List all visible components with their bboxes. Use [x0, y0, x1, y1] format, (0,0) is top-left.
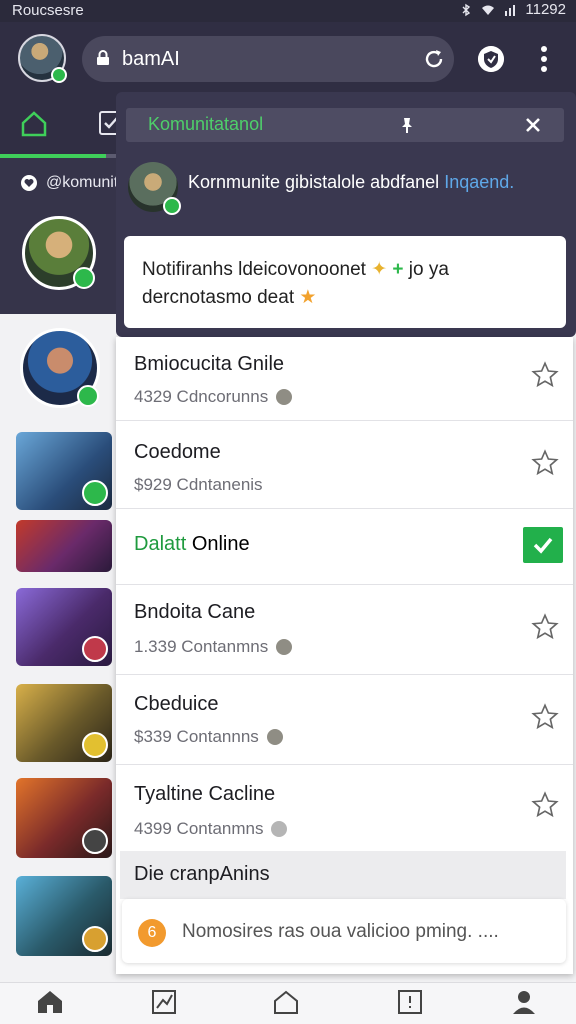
game-thumbnail[interactable] — [16, 520, 112, 572]
item-meta: 4329 Cdncorunns — [134, 387, 269, 406]
star-outline-icon[interactable] — [531, 791, 559, 819]
thumbnail-badge — [82, 636, 108, 662]
community-link[interactable]: Inqaend. — [444, 172, 514, 192]
url-text: bamAI — [122, 48, 180, 70]
home-tab-icon[interactable] — [20, 110, 48, 138]
coin-icon — [276, 389, 293, 405]
pin-icon[interactable] — [398, 116, 416, 134]
shield-icon[interactable] — [478, 46, 504, 72]
reload-icon[interactable] — [422, 47, 446, 71]
lock-icon — [97, 50, 109, 65]
list-item[interactable]: Bndoita Cane 1.339 Contanmns — [116, 585, 573, 675]
status-bar: Roucsesre 11292 — [0, 0, 576, 22]
notification-line2: dercnotasmo deat — [142, 287, 295, 308]
community-list-panel: Bmiocucita Gnile 4329 Cdncorunns Coedome… — [116, 337, 573, 974]
home-nav-icon[interactable] — [36, 989, 64, 1015]
member-avatar[interactable] — [20, 328, 100, 408]
inbox-nav-icon[interactable] — [396, 989, 424, 1015]
online-badge — [51, 67, 67, 83]
close-icon[interactable] — [524, 116, 542, 134]
app-bar: bamAI — [0, 22, 576, 94]
game-thumbnail[interactable] — [16, 684, 112, 762]
verified-badge — [73, 267, 95, 289]
sparkle-icon: ✦ — [371, 259, 388, 280]
wifi-icon — [482, 5, 495, 15]
item-meta: $339 Contannns — [134, 727, 259, 746]
community-popup: Komunitatanol Kornmunite gibistalole abd… — [116, 92, 576, 337]
bluetooth-icon — [462, 3, 471, 16]
item-name: Coedome — [134, 441, 221, 463]
list-item[interactable]: Tyaltine Cacline 4399 Contanmns — [116, 765, 573, 851]
community-description: Kornmunite gibistalole abdfanel Inqaend. — [188, 172, 514, 193]
item-meta: 1.339 Contanmns — [134, 637, 269, 656]
online-row[interactable]: Dalatt Online — [116, 509, 573, 585]
star-outline-icon[interactable] — [531, 613, 559, 641]
section-header: Die cranpAnins — [120, 851, 566, 899]
hero-avatar[interactable] — [22, 216, 96, 290]
count-badge: 6 — [138, 919, 166, 947]
thumbnail-badge — [82, 926, 108, 952]
list-item[interactable]: Coedome $929 Cdntanenis — [116, 421, 573, 509]
item-name: Bmiocucita Gnile — [134, 353, 285, 375]
info-text: Nomosires ras oua valicioo pming. .... — [182, 921, 499, 942]
verified-badge — [163, 197, 181, 215]
item-meta: 4399 Contanmns — [134, 819, 264, 838]
game-thumbnail[interactable] — [16, 588, 112, 666]
community-avatar[interactable] — [128, 162, 181, 215]
info-card[interactable]: 6 Nomosires ras oua valicioo pming. .... — [122, 899, 566, 963]
community-label: @komunit — [46, 174, 119, 191]
item-name: Cbeduice — [134, 693, 219, 715]
item-name: Bndoita Cane — [134, 601, 256, 623]
notification-card[interactable]: Notifiranhs ldeicovonoonet ✦ + jo ya der… — [124, 236, 566, 328]
thumbnail-badge — [82, 732, 108, 758]
game-thumbnail[interactable] — [16, 432, 112, 510]
item-meta: $929 Cdntanenis — [134, 475, 263, 494]
star-outline-icon[interactable] — [531, 361, 559, 389]
list-item[interactable]: Cbeduice $339 Contannns — [116, 675, 573, 765]
stats-nav-icon[interactable] — [150, 989, 178, 1015]
profile-avatar[interactable] — [18, 34, 67, 83]
star-outline-icon[interactable] — [531, 703, 559, 731]
status-left-text: Roucsesre — [12, 2, 84, 19]
online-suffix: Online — [191, 533, 250, 555]
verified-badge — [77, 385, 99, 407]
game-thumbnail[interactable] — [16, 876, 112, 956]
star-outline-icon[interactable] — [531, 449, 559, 477]
online-checkbox[interactable] — [523, 527, 563, 563]
popup-title: Komunitatanol — [148, 114, 264, 134]
heart-icon — [21, 175, 37, 191]
list-item[interactable]: Bmiocucita Gnile 4329 Cdncorunns — [116, 337, 573, 421]
house-nav-icon[interactable] — [272, 989, 300, 1015]
thumbnail-badge — [82, 828, 108, 854]
more-menu-icon[interactable] — [534, 44, 554, 74]
coin-icon — [276, 639, 293, 655]
game-thumbnail[interactable] — [16, 778, 112, 858]
status-time: 11292 — [525, 1, 566, 18]
notification-line1: Notifiranhs ldeicovonoonet — [142, 259, 366, 280]
community-text: Kornmunite gibistalole abdfanel — [188, 172, 440, 192]
address-bar[interactable]: bamAI — [82, 36, 454, 82]
star-icon: ★ — [299, 287, 317, 308]
thumbnail-badge — [82, 480, 108, 506]
bottom-nav — [0, 982, 576, 1024]
signal-icon — [505, 4, 516, 16]
popup-header: Komunitatanol — [126, 108, 564, 142]
profile-nav-icon[interactable] — [510, 989, 538, 1015]
coin-icon — [266, 729, 283, 745]
check-icon — [533, 537, 553, 554]
plus-icon: + — [392, 259, 404, 280]
coin-icon — [271, 821, 288, 837]
notification-line1-suffix: jo ya — [408, 259, 449, 280]
online-prefix: Dalatt — [134, 533, 187, 555]
item-name: Tyaltine Cacline — [134, 783, 276, 805]
